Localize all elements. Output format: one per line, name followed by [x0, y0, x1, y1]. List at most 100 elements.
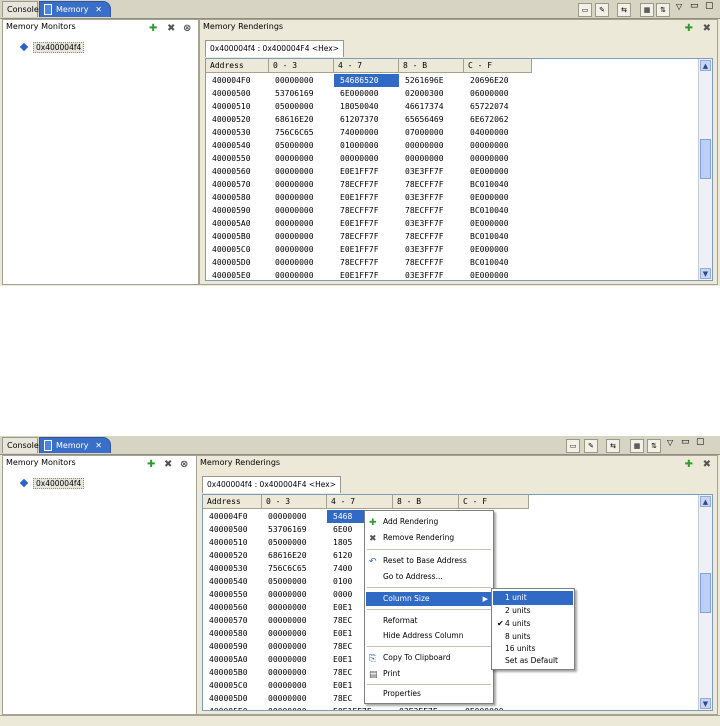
add-rendering-icon[interactable]: ✚ — [685, 23, 693, 34]
memory-cell[interactable]: 05000000 — [262, 536, 327, 549]
remove-all-icon[interactable]: ⊗ — [183, 23, 191, 34]
memory-cell[interactable]: 00000000 — [464, 152, 532, 165]
memory-cell[interactable]: 68616E20 — [262, 549, 327, 562]
memory-cell[interactable]: 78ECFF7F — [334, 204, 399, 217]
add-memory-monitor-icon[interactable]: ✚ — [149, 23, 157, 34]
memory-cell[interactable]: 756C6C65 — [262, 562, 327, 575]
remove-memory-monitor-icon[interactable]: ✖ — [164, 459, 172, 470]
new-memory-view-icon[interactable]: ▭ — [578, 3, 592, 17]
memory-cell[interactable]: 46617374 — [399, 100, 464, 113]
menu-item-reset-base-address[interactable]: ↶ Reset to Base Address — [366, 554, 492, 568]
memory-cell[interactable]: 00000000 — [269, 74, 334, 87]
memory-cell[interactable]: 00000000 — [334, 152, 399, 165]
submenu-item-set-as-default[interactable]: Set as Default — [493, 654, 573, 668]
monitor-tree-item[interactable]: 0x400004f4 — [15, 478, 85, 489]
memory-cell[interactable]: 01000000 — [334, 139, 399, 152]
memory-cell[interactable]: BC010040 — [464, 230, 532, 243]
memory-cell[interactable]: 03E3FF7F — [399, 165, 464, 178]
close-icon[interactable]: ✕ — [95, 438, 102, 454]
memory-cell[interactable]: 78ECFF7F — [334, 256, 399, 269]
memory-cell[interactable]: 65656469 — [399, 113, 464, 126]
memory-cell[interactable]: 05000000 — [262, 575, 327, 588]
memory-cell[interactable]: E0E1FF7F — [334, 269, 399, 280]
memory-cell[interactable]: BC010040 — [464, 204, 532, 217]
memory-cell[interactable]: 00000000 — [262, 601, 327, 614]
memory-cell[interactable]: 03E3FF7F — [399, 269, 464, 280]
memory-cell[interactable]: 00000000 — [269, 256, 334, 269]
memory-cell[interactable]: 00000000 — [269, 243, 334, 256]
scroll-up-icon[interactable]: ▲ — [700, 60, 711, 71]
menu-item-hide-address-column[interactable]: Hide Address Column — [366, 629, 492, 643]
memory-cell[interactable]: 78ECFF7F — [399, 230, 464, 243]
memory-cell[interactable]: 20696E20 — [464, 74, 532, 87]
memory-cell[interactable]: E0E1FF7F — [334, 217, 399, 230]
memory-cell[interactable]: 00000000 — [262, 510, 327, 523]
remove-memory-monitor-icon[interactable]: ✖ — [167, 23, 175, 34]
tab-console[interactable]: Console — [2, 1, 39, 17]
memory-cell[interactable]: 02000300 — [399, 87, 464, 100]
memory-cell[interactable]: 54686520 — [334, 74, 399, 87]
memory-cell[interactable]: 00000000 — [269, 204, 334, 217]
menu-item-remove-rendering[interactable]: ✖ Remove Rendering — [366, 531, 492, 545]
memory-cell[interactable]: 78ECFF7F — [334, 178, 399, 191]
minimize-icon[interactable]: ▭ — [690, 1, 699, 11]
memory-cell[interactable]: 00000000 — [269, 269, 334, 280]
remove-all-icon[interactable]: ⊗ — [180, 459, 188, 470]
maximize-icon[interactable]: ▢ — [705, 1, 714, 11]
remove-rendering-icon[interactable]: ✖ — [703, 459, 711, 470]
memory-cell[interactable]: 78ECFF7F — [399, 178, 464, 191]
view-menu-icon[interactable]: ▽ — [667, 438, 673, 447]
memory-cell[interactable]: 00000000 — [262, 627, 327, 640]
memory-cell[interactable]: 00000000 — [262, 614, 327, 627]
monitor-tree-item[interactable]: 0x400004f4 — [15, 42, 85, 53]
toggle-split-icon[interactable]: ⇅ — [647, 439, 661, 453]
tab-memory[interactable]: Memory ✕ — [39, 1, 111, 17]
memory-cell[interactable]: 00000000 — [399, 139, 464, 152]
memory-cell[interactable]: BC010040 — [464, 178, 532, 191]
memory-cell[interactable]: 00000000 — [269, 165, 334, 178]
memory-cell[interactable]: 00000000 — [269, 230, 334, 243]
menu-item-go-to-address[interactable]: Go to Address... — [366, 570, 492, 584]
link-icon[interactable]: ⇆ — [617, 3, 631, 17]
add-rendering-icon[interactable]: ✚ — [685, 459, 693, 470]
memory-cell[interactable]: 00000000 — [262, 705, 327, 710]
memory-cell[interactable]: 05000000 — [269, 100, 334, 113]
memory-cell[interactable]: 18050040 — [334, 100, 399, 113]
minimize-icon[interactable]: ▭ — [681, 437, 690, 447]
memory-cell[interactable]: 0E000000 — [464, 191, 532, 204]
memory-cell[interactable]: 00000000 — [262, 692, 327, 705]
memory-cell[interactable]: 6E672062 — [464, 113, 532, 126]
memory-cell[interactable]: 00000000 — [269, 191, 334, 204]
memory-cell[interactable]: 53706169 — [269, 87, 334, 100]
menu-item-add-rendering[interactable]: ✚ Add Rendering — [366, 515, 492, 529]
rendering-tab[interactable]: 0x400004f4 : 0x400004F4 <Hex> — [205, 40, 344, 57]
memory-cell[interactable]: E0E1FF7F — [327, 705, 393, 710]
layout-icon[interactable]: ▦ — [630, 439, 644, 453]
memory-cell[interactable]: 78ECFF7F — [399, 256, 464, 269]
memory-cell[interactable]: 53706169 — [262, 523, 327, 536]
memory-cell[interactable]: 756C6C65 — [269, 126, 334, 139]
memory-cell[interactable]: 78ECFF7F — [399, 204, 464, 217]
pin-icon[interactable]: ✎ — [595, 3, 609, 17]
memory-cell[interactable]: 05000000 — [269, 139, 334, 152]
close-icon[interactable]: ✕ — [95, 2, 102, 18]
memory-cell[interactable]: 6E000000 — [334, 87, 399, 100]
memory-cell[interactable]: 0E000000 — [459, 705, 529, 710]
memory-cell[interactable]: 0E000000 — [464, 217, 532, 230]
memory-cell[interactable]: E0E1FF7F — [334, 165, 399, 178]
memory-cell[interactable]: 0E000000 — [464, 269, 532, 280]
view-menu-icon[interactable]: ▽ — [676, 2, 682, 11]
memory-cell[interactable]: 04000000 — [464, 126, 532, 139]
submenu-item-4-units[interactable]: ✔ 4 units — [493, 617, 573, 631]
maximize-icon[interactable]: ▢ — [696, 437, 705, 447]
pin-icon[interactable]: ✎ — [584, 439, 598, 453]
menu-item-properties[interactable]: Properties — [366, 687, 492, 701]
memory-cell[interactable]: 00000000 — [399, 152, 464, 165]
memory-cell[interactable]: 5261696E — [399, 74, 464, 87]
remove-rendering-icon[interactable]: ✖ — [703, 23, 711, 34]
tab-console[interactable]: Console — [2, 437, 39, 453]
memory-cell[interactable]: 78ECFF7F — [334, 230, 399, 243]
memory-cell[interactable]: 00000000 — [262, 679, 327, 692]
memory-cell[interactable]: 68616E20 — [269, 113, 334, 126]
memory-cell[interactable]: 00000000 — [262, 640, 327, 653]
